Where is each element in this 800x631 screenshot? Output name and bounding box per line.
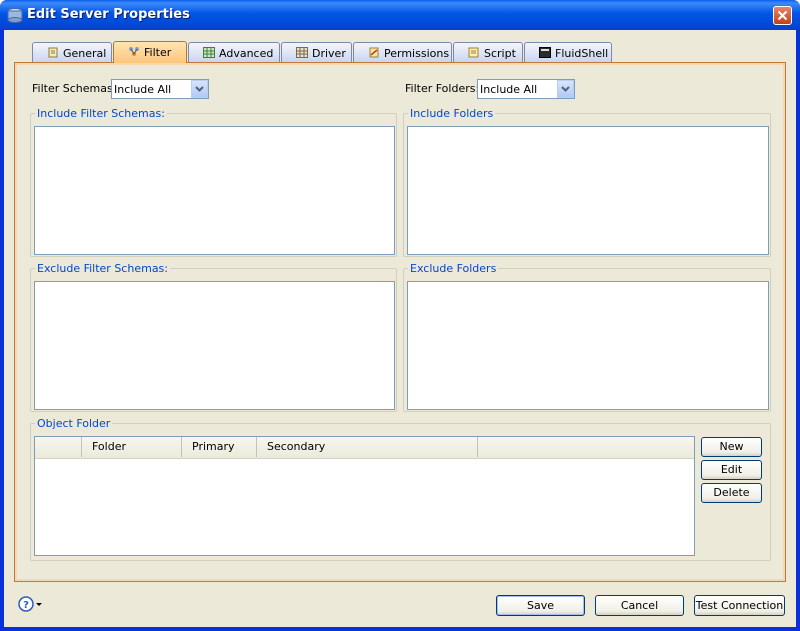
driver-grid-icon: [296, 47, 308, 58]
filter-schemas-select[interactable]: Include All: [111, 79, 209, 99]
include-folders-title: Include Folders: [408, 107, 496, 120]
tab-general-label: General: [63, 47, 107, 60]
filter-schemas-dropdown-button[interactable]: [191, 80, 208, 98]
tab-script[interactable]: Script: [453, 42, 523, 62]
table-header: Folder Primary Secondary: [35, 437, 694, 459]
filter-folders-dropdown-button[interactable]: [557, 80, 574, 98]
include-schemas-title: Include Filter Schemas:: [35, 107, 167, 120]
include-schemas-group: Include Filter Schemas:: [30, 107, 397, 257]
dialog-body: General Filter Advanced Driver Permissio…: [4, 30, 796, 627]
row-selector-header[interactable]: [35, 437, 82, 457]
server-icon: [7, 8, 23, 23]
general-icon: [48, 47, 58, 58]
title-bar[interactable]: Edit Server Properties: [0, 0, 800, 30]
tab-advanced-label: Advanced: [219, 47, 274, 60]
tab-driver[interactable]: Driver: [281, 42, 352, 62]
advanced-grid-icon: [203, 47, 215, 58]
help-button[interactable]: ?: [18, 595, 44, 613]
exclude-folders-list[interactable]: [407, 281, 769, 410]
tab-permissions-label: Permissions: [384, 47, 450, 60]
filter-schemas-label: Filter Schemas:: [32, 82, 117, 95]
filter-icon: [129, 47, 139, 56]
chevron-down-icon: [195, 86, 204, 92]
filter-folders-value: Include All: [480, 83, 538, 96]
column-header-folder[interactable]: Folder: [82, 437, 182, 457]
tab-script-label: Script: [484, 47, 516, 60]
tab-general[interactable]: General: [32, 42, 112, 62]
tab-advanced[interactable]: Advanced: [188, 42, 280, 62]
dialog-window: Edit Server Properties General Filter Ad…: [0, 0, 800, 631]
column-header-primary[interactable]: Primary: [182, 437, 257, 457]
include-folders-group: Include Folders: [403, 107, 771, 257]
filter-schemas-value: Include All: [114, 83, 172, 96]
exclude-schemas-title: Exclude Filter Schemas:: [35, 262, 170, 275]
filter-tab-panel: Filter Schemas: Include All Filter Folde…: [14, 62, 786, 582]
script-icon: [468, 47, 479, 58]
delete-button[interactable]: Delete: [701, 483, 762, 503]
include-schemas-list[interactable]: [34, 126, 395, 255]
edit-button[interactable]: Edit: [701, 460, 762, 480]
new-button[interactable]: New: [701, 437, 762, 457]
tab-fluidshell-label: FluidShell: [555, 47, 609, 60]
object-folder-title: Object Folder: [35, 417, 113, 430]
tab-driver-label: Driver: [312, 47, 346, 60]
chevron-down-icon: [561, 86, 570, 92]
tab-fluidshell[interactable]: FluidShell: [524, 42, 612, 62]
close-button[interactable]: [773, 6, 792, 25]
column-header-secondary[interactable]: Secondary: [257, 437, 478, 457]
close-icon: [777, 10, 788, 21]
exclude-folders-group: Exclude Folders: [403, 262, 771, 412]
tab-filter-label: Filter: [144, 46, 172, 59]
tab-permissions[interactable]: Permissions: [353, 42, 452, 62]
tab-filter[interactable]: Filter: [113, 41, 187, 63]
exclude-folders-title: Exclude Folders: [408, 262, 499, 275]
exclude-schemas-group: Exclude Filter Schemas:: [30, 262, 397, 412]
window-title: Edit Server Properties: [27, 7, 190, 22]
filter-folders-label: Filter Folders:: [405, 82, 480, 95]
filter-folders-select[interactable]: Include All: [477, 79, 575, 99]
permissions-icon: [369, 47, 379, 58]
help-icon: ?: [18, 596, 42, 612]
include-folders-list[interactable]: [407, 126, 769, 255]
object-folder-table[interactable]: Folder Primary Secondary: [34, 436, 695, 556]
object-folder-group: Object Folder Folder Primary Secondary N…: [30, 417, 771, 561]
test-connection-button[interactable]: Test Connection: [694, 595, 785, 616]
exclude-schemas-list[interactable]: [34, 281, 395, 410]
save-button[interactable]: Save: [496, 595, 585, 616]
cancel-button[interactable]: Cancel: [595, 595, 684, 616]
svg-text:?: ?: [23, 600, 29, 611]
fluidshell-icon: [539, 47, 551, 58]
